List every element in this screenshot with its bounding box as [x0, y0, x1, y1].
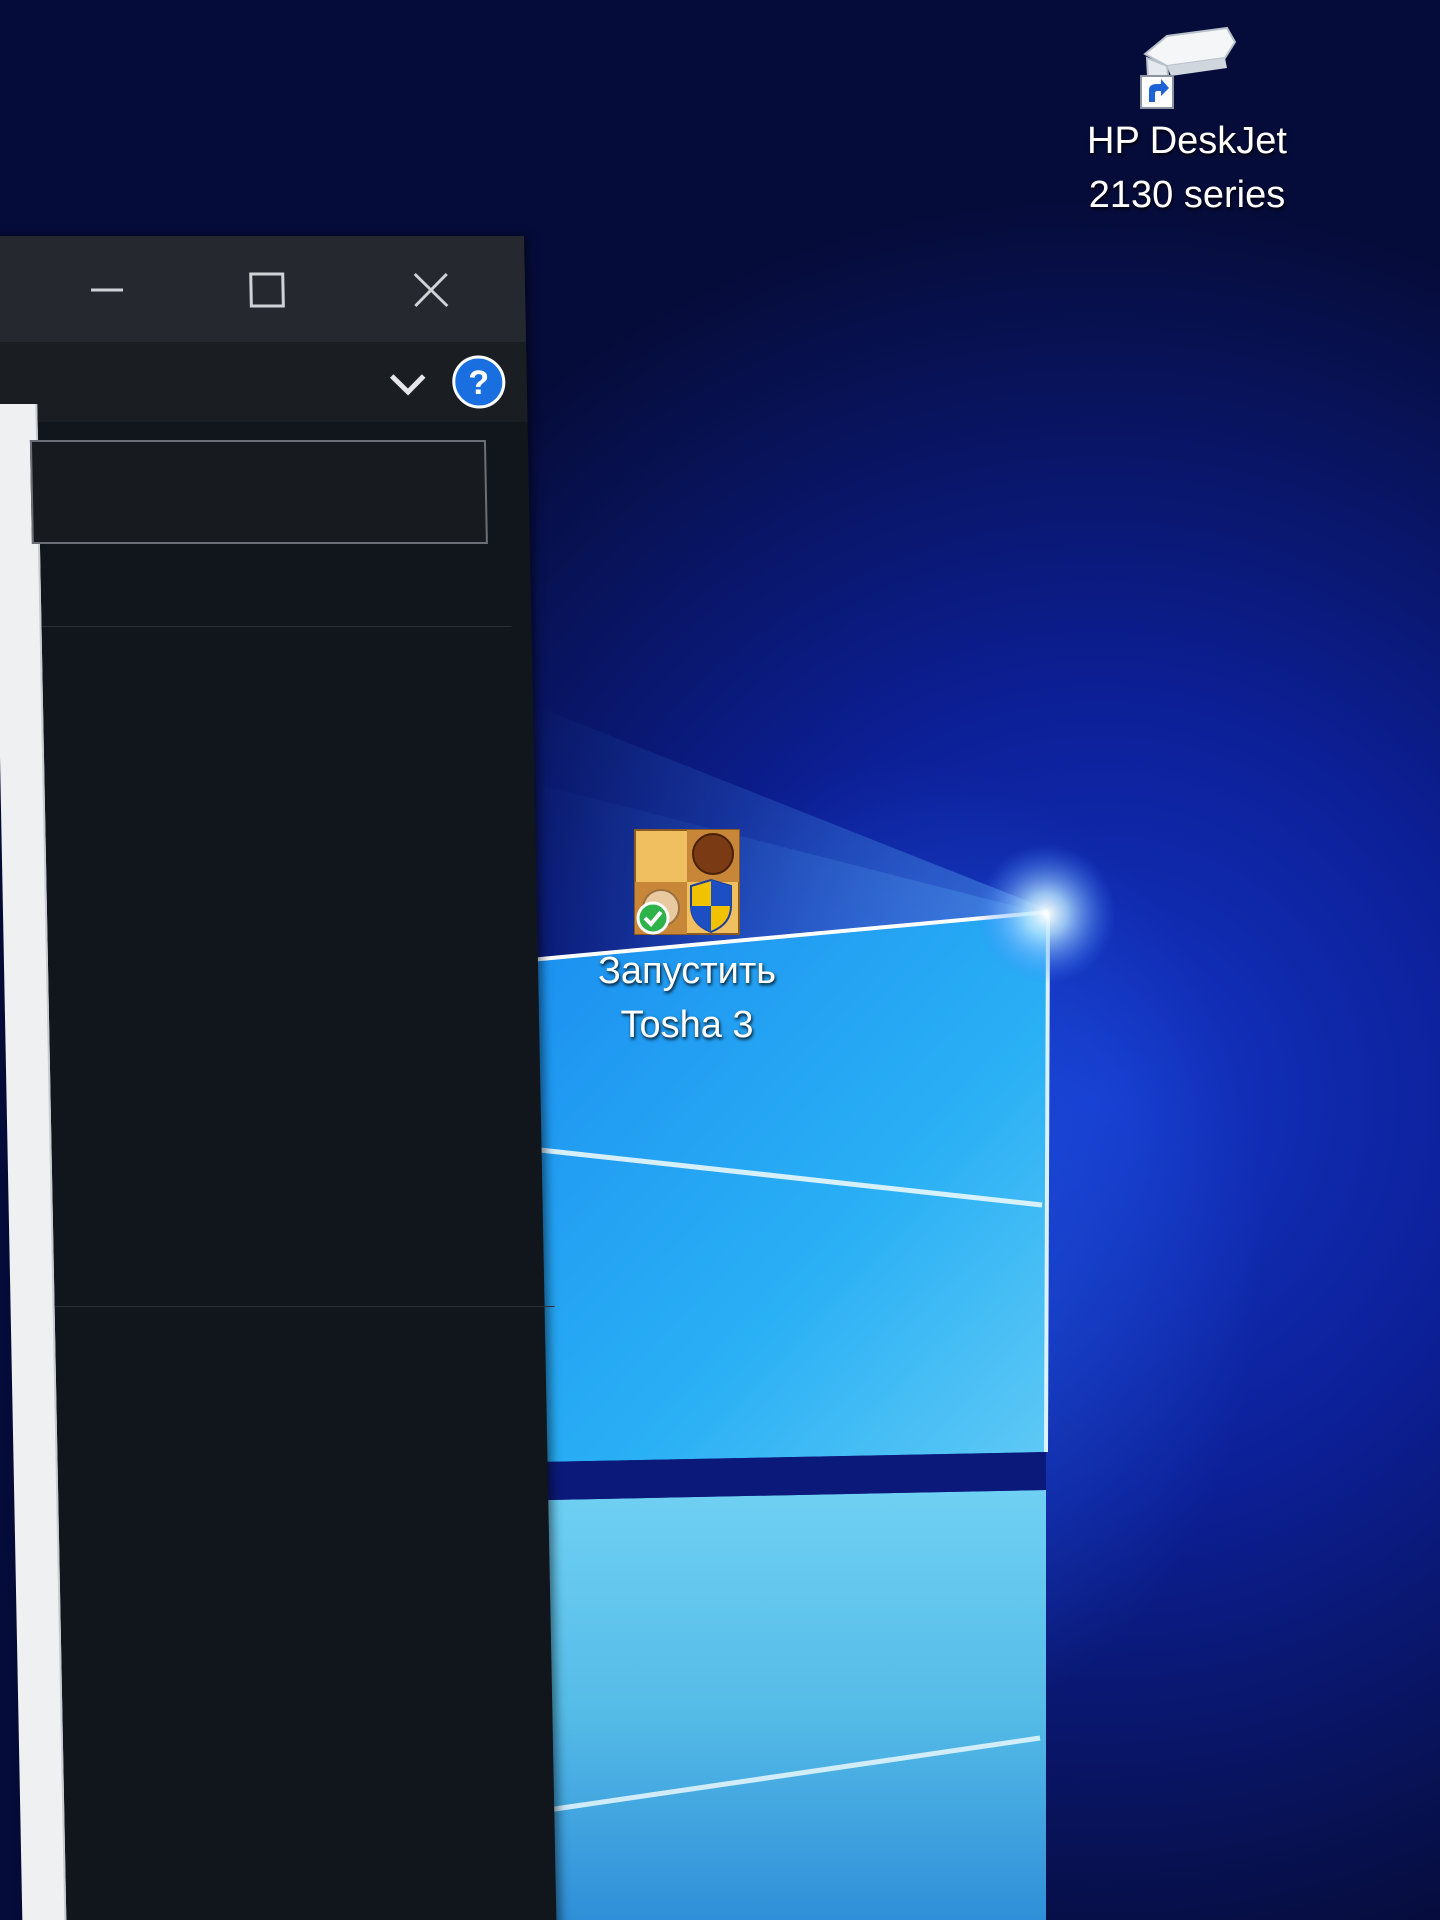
- help-button[interactable]: ?: [450, 354, 507, 410]
- expand-ribbon-button[interactable]: [382, 358, 433, 408]
- close-button[interactable]: [390, 258, 471, 322]
- desktop-icon-label: Запустить Tosha 3: [597, 950, 777, 1046]
- desktop-icon-tosha[interactable]: Запустить Tosha 3: [572, 828, 802, 1052]
- desktop: ? HP DeskJet 2130 series Запустить Tosha…: [0, 0, 1440, 1920]
- minimize-button[interactable]: [66, 258, 147, 322]
- checkers-game-icon: [634, 829, 740, 935]
- window-titlebar[interactable]: [0, 236, 527, 342]
- close-icon: [413, 272, 449, 308]
- ribbon-bar: ?: [0, 342, 528, 422]
- desktop-icon-hp-deskjet[interactable]: HP DeskJet 2130 series: [1052, 14, 1322, 222]
- minimize-icon: [91, 288, 124, 292]
- address-bar[interactable]: [29, 440, 488, 544]
- file-list-area[interactable]: [42, 628, 557, 1920]
- maximize-icon: [249, 272, 285, 308]
- chevron-down-icon: [389, 374, 426, 396]
- header-divider: [41, 626, 512, 627]
- maximize-button[interactable]: [226, 258, 307, 322]
- printer-shortcut-icon: [1140, 26, 1237, 109]
- list-divider: [54, 1306, 555, 1307]
- svg-text:?: ?: [468, 364, 490, 402]
- desktop-icon-label: HP DeskJet 2130 series: [1087, 120, 1287, 216]
- app-window: ?: [0, 236, 557, 1920]
- help-icon: ?: [452, 355, 506, 409]
